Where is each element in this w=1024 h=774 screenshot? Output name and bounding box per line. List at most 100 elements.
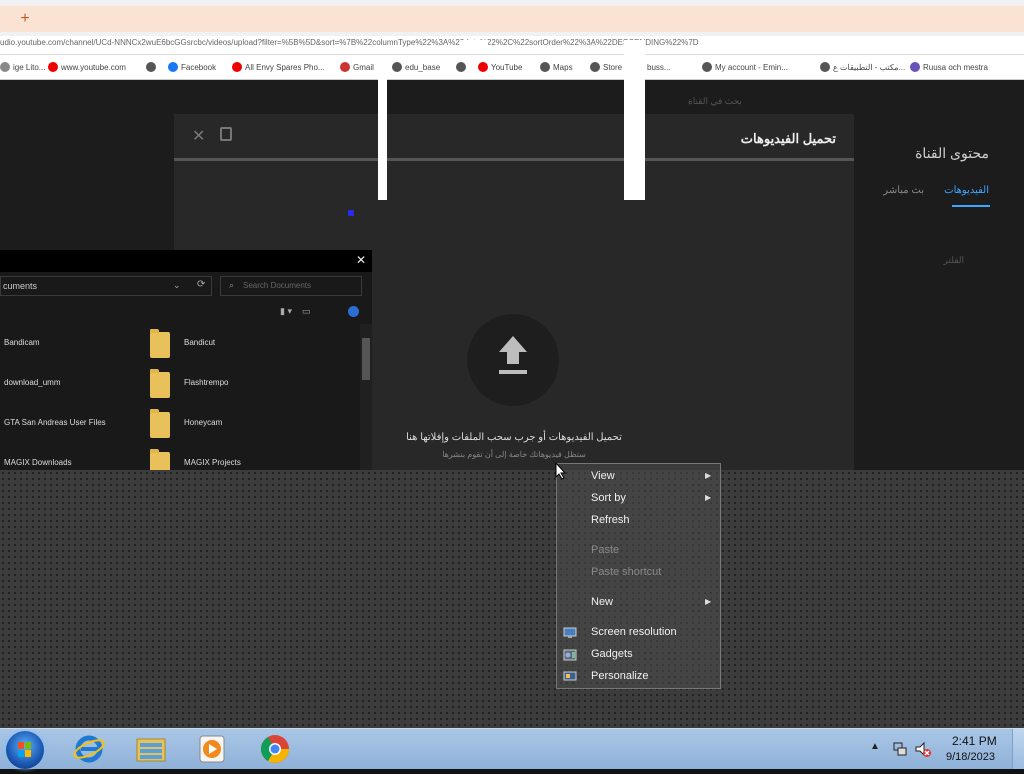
file-item[interactable]: GTA San Andreas User Files (4, 418, 106, 427)
close-icon[interactable]: ✕ (356, 253, 366, 267)
explorer-titlebar[interactable]: ✕ (0, 250, 372, 272)
bookmark-item[interactable]: YouTube (478, 60, 522, 74)
globe-icon (590, 62, 600, 72)
bookmark-item[interactable] (146, 60, 156, 74)
youtube-icon (48, 62, 58, 72)
bookmark-item[interactable]: Gmail (340, 60, 374, 74)
file-item[interactable]: MAGIX Downloads (4, 458, 72, 467)
start-button[interactable] (6, 731, 44, 769)
chevron-down-icon[interactable]: ⌄ (173, 280, 181, 291)
menu-item-personalize[interactable]: Personalize (557, 666, 720, 686)
gadgets-icon (563, 648, 577, 661)
menu-item-sort-by[interactable]: Sort by ▶ (557, 488, 720, 508)
bookmark-item[interactable]: My account - Emin... (702, 60, 788, 74)
help-icon[interactable] (348, 306, 359, 317)
desktop-background[interactable] (0, 470, 1024, 728)
focus-marker (348, 210, 354, 216)
upload-privacy-note: ستظل فيديوهاتك خاصة إلى أن تقوم بنشرها (442, 450, 586, 459)
bookmark-item[interactable]: Maps (540, 60, 573, 74)
bookmark-label: Maps (553, 62, 573, 72)
internet-explorer-icon[interactable] (72, 733, 106, 765)
menu-item-paste: Paste (557, 540, 720, 560)
bookmark-icon (910, 62, 920, 72)
monitor-icon (563, 626, 577, 638)
clock-date[interactable]: 9/18/2023 (946, 751, 995, 763)
close-icon[interactable]: ✕ (192, 126, 205, 146)
bookmark-item[interactable]: edu_base (392, 60, 440, 74)
folder-icon[interactable] (150, 409, 170, 438)
search-input[interactable]: ⌕ Search Documents (220, 276, 362, 296)
network-icon[interactable] (892, 741, 908, 757)
menu-item-view[interactable]: View ▶ (557, 466, 720, 486)
youtube-icon (478, 62, 488, 72)
search-icon: ⌕ (229, 280, 235, 290)
tab-videos[interactable]: الفيديوهات (944, 185, 989, 196)
globe-icon (0, 62, 10, 72)
feedback-icon[interactable] (220, 127, 232, 141)
bookmark-label: www.youtube.com (61, 62, 126, 72)
view-options-icon[interactable]: ▮ ▾ ▭ (280, 306, 310, 317)
explorer-path: cuments (3, 281, 38, 291)
show-desktop-button[interactable] (1012, 729, 1024, 769)
bookmark-label: ige Lito... (13, 62, 46, 72)
file-item[interactable]: Bandicam (4, 338, 40, 347)
globe-icon (146, 62, 156, 72)
explorer-address-bar[interactable]: cuments ⌄ ⟳ (0, 276, 212, 296)
chrome-icon[interactable] (258, 733, 292, 765)
scrollbar-thumb[interactable] (362, 338, 370, 380)
gmail-icon (340, 62, 350, 72)
menu-item-paste-shortcut: Paste shortcut (557, 562, 720, 582)
folder-icon[interactable] (150, 329, 170, 358)
bookmark-label: Gmail (353, 62, 374, 72)
bookmark-label: YouTube (491, 62, 523, 72)
media-player-icon[interactable] (196, 733, 230, 765)
bookmark-item[interactable]: ige Lito... (0, 60, 45, 74)
menu-item-label: Paste shortcut (591, 566, 662, 578)
folder-item[interactable]: Bandicut (184, 338, 215, 347)
folder-item[interactable]: Honeycam (184, 418, 222, 427)
file-explorer-icon[interactable] (134, 733, 168, 765)
submenu-arrow-icon: ▶ (705, 471, 712, 480)
globe-icon (702, 62, 712, 72)
folder-item[interactable]: MAGIX Projects (184, 458, 241, 467)
menu-item-screen-resolution[interactable]: Screen resolution (557, 622, 720, 642)
refresh-icon[interactable]: ⟳ (197, 279, 205, 290)
bookmark-label: Facebook (181, 62, 217, 72)
show-hidden-icons-icon[interactable]: ▲ (870, 741, 880, 752)
tab-strip: + (0, 6, 1024, 32)
taskbar: ▲ 2:41 PM 9/18/2023 (0, 728, 1024, 769)
menu-item-gadgets[interactable]: Gadgets (557, 644, 720, 664)
folder-icon[interactable] (150, 369, 170, 398)
bookmark-item[interactable]: Ruusa och mestra (910, 60, 988, 74)
redaction-bar (460, 40, 488, 46)
upload-arrow-icon (499, 336, 527, 374)
bookmark-item[interactable]: All Envy Spares Pho... (232, 60, 325, 74)
folder-item[interactable]: Flashtrempo (184, 378, 228, 387)
clock-time[interactable]: 2:41 PM (952, 734, 997, 748)
upload-dropzone-button[interactable] (467, 314, 559, 406)
tab-active-indicator (952, 205, 990, 207)
menu-item-label: Paste (591, 544, 620, 556)
bookmark-item[interactable]: Facebook (168, 60, 216, 74)
dialog-separator (174, 158, 854, 161)
new-tab-button[interactable]: + (18, 11, 32, 27)
bookmark-item[interactable]: مكتب - التطبيقات ع... (820, 60, 905, 74)
url-text[interactable]: udio.youtube.com/channel/UCd-NNNCx2wuE6b… (0, 38, 720, 47)
bookmark-item[interactable]: www.youtube.com (48, 60, 126, 74)
file-explorer-window: ✕ cuments ⌄ ⟳ ⌕ Search Documents ▮ ▾ ▭ B… (0, 250, 372, 516)
menu-item-label: Screen resolution (591, 626, 677, 638)
file-item[interactable]: download_umm (4, 378, 60, 387)
menu-item-refresh[interactable]: Refresh (557, 510, 720, 530)
bookmark-item[interactable] (456, 60, 466, 74)
bookmarks-bar: ige Lito... www.youtube.com Facebook All En… (0, 55, 1024, 80)
tab-live[interactable]: بث مباشر (883, 185, 924, 196)
submenu-arrow-icon: ▶ (705, 493, 712, 502)
volume-muted-icon[interactable] (914, 740, 932, 758)
menu-item-label: Sort by (591, 492, 626, 504)
globe-icon (540, 62, 550, 72)
bookmark-label: مكتب - التطبيقات ع... (833, 62, 906, 72)
address-bar[interactable]: udio.youtube.com/channel/UCd-NNNCx2wuE6b… (0, 36, 1024, 55)
menu-item-new[interactable]: New ▶ (557, 592, 720, 612)
upload-instructions: تحميل الفيديوهات أو جرب سحب الملفات وإفل… (406, 432, 622, 443)
channel-content-title: محتوى القناة (915, 145, 989, 161)
